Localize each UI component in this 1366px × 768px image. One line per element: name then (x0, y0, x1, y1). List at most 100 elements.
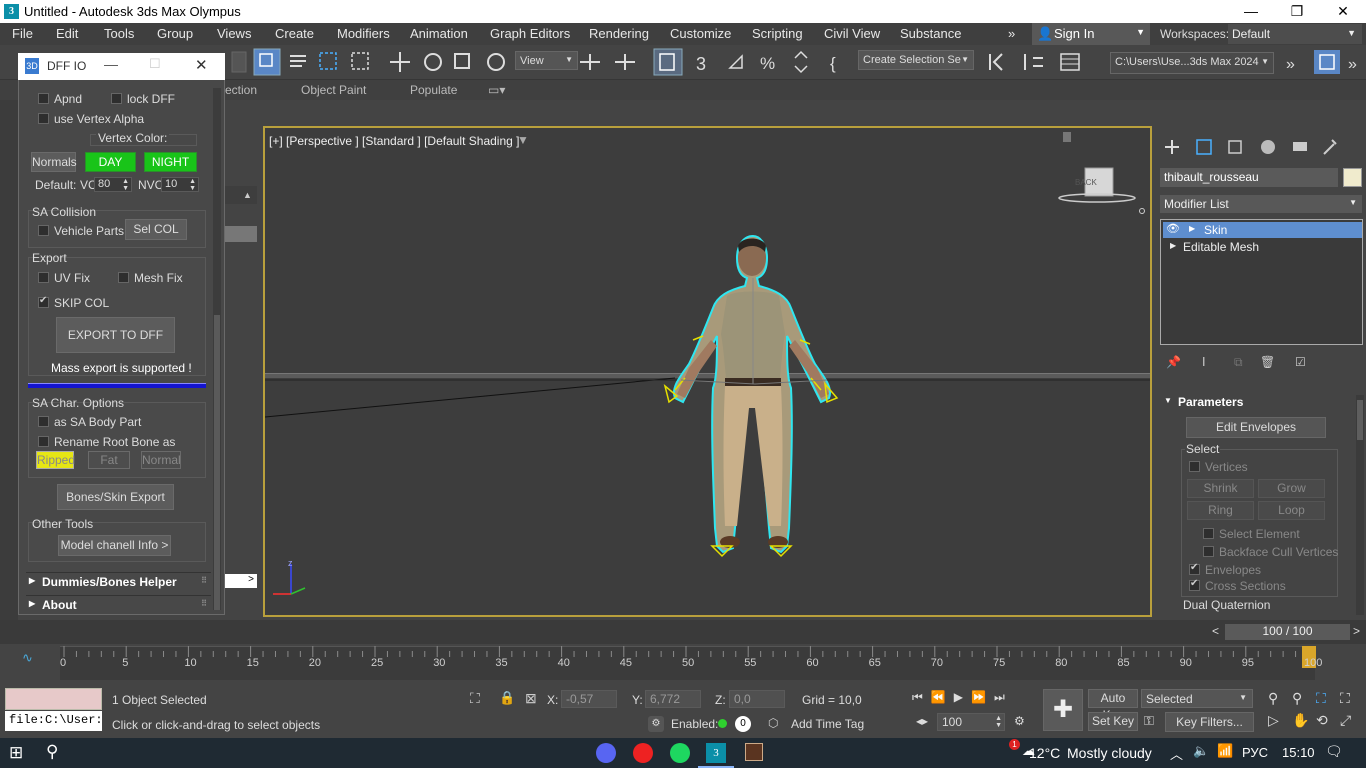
absolute-mode-icon[interactable]: ⊠ (525, 690, 537, 707)
export-to-dff-button[interactable]: EXPORT TO DFF (56, 317, 175, 353)
remove-modifier-icon[interactable]: 🗑 (1260, 355, 1275, 369)
envelopes-checkbox[interactable] (1189, 562, 1200, 575)
tab-hierarchy[interactable] (1224, 136, 1246, 158)
workspace-dropdown[interactable]: Default ▼ (1228, 24, 1362, 44)
ribbon-options-icon[interactable]: ▭▾ (488, 83, 505, 97)
cross-sections-checkbox[interactable] (1189, 578, 1200, 591)
dff-scrollbar-thumb[interactable] (214, 315, 220, 610)
drag-handle-icon[interactable]: ⠿ (201, 576, 207, 585)
tab-modify[interactable] (1193, 136, 1215, 158)
menu-rendering[interactable]: Rendering (589, 26, 649, 41)
ripped-button[interactable]: Ripped (36, 451, 75, 469)
menu-views[interactable]: Views (217, 26, 251, 41)
object-color-swatch[interactable] (1343, 168, 1362, 187)
menu-animation[interactable]: Animation (410, 26, 468, 41)
add-time-tag-label[interactable]: Add Time Tag (791, 717, 864, 731)
temperature[interactable]: 12°C (1029, 745, 1060, 761)
language-indicator[interactable]: РУС (1242, 745, 1268, 760)
action-center-icon[interactable]: 🗨 (1325, 743, 1343, 760)
menu-overflow-icon[interactable]: » (1008, 26, 1015, 41)
field-of-view-icon[interactable]: ▷ (1268, 712, 1279, 729)
network-icon[interactable]: 📶 (1217, 743, 1233, 759)
menu-civil-view[interactable]: Civil View (824, 26, 880, 41)
weather-description[interactable]: Mostly cloudy (1067, 745, 1152, 761)
time-slider[interactable]: 100 / 100 (1225, 624, 1350, 640)
configure-sets-icon[interactable]: ☑ (1295, 355, 1306, 369)
menu-create[interactable]: Create (275, 26, 314, 41)
key-mode-icon[interactable]: ⚿ (1144, 713, 1154, 729)
close-icon[interactable]: ✕ (195, 56, 208, 74)
image-viewer-icon[interactable] (745, 743, 763, 761)
y-coordinate-field[interactable]: 6,772 (645, 690, 701, 708)
go-to-end-icon[interactable]: ⏭ (994, 690, 1013, 704)
scrollbar-thumb[interactable] (1357, 400, 1363, 440)
ring-button[interactable]: Ring (1187, 501, 1254, 520)
zoom-extents-icon[interactable]: ⛶ (1316, 690, 1326, 707)
fat-button[interactable]: Fat (88, 451, 130, 469)
volume-icon[interactable]: 🔈 (1193, 743, 1209, 759)
key-selection-dropdown[interactable]: Selected ▼ (1141, 689, 1253, 708)
orbit-icon[interactable]: ⟲ (1316, 712, 1328, 729)
key-filters-button[interactable]: Key Filters... (1165, 712, 1254, 732)
command-panel-scrollbar[interactable] (1356, 395, 1364, 615)
eye-icon[interactable]: 👁 (1166, 222, 1180, 235)
auto-key-button[interactable]: Auto Key (1088, 689, 1138, 722)
menu-file[interactable]: File (12, 26, 33, 41)
3ds-max-taskbar-icon[interactable]: 3 (706, 743, 726, 763)
use-vertex-alpha-checkbox[interactable] (38, 113, 49, 124)
z-coordinate-field[interactable]: 0,0 (729, 690, 785, 708)
go-to-start-icon[interactable]: ⏮ (912, 690, 931, 704)
drag-handle-icon[interactable]: ⠿ (201, 599, 207, 608)
previous-frame-icon[interactable]: ⏪ (931, 690, 954, 704)
loop-button[interactable]: Loop (1258, 501, 1325, 520)
time-config-icon[interactable]: ◂▸ (916, 714, 928, 728)
skip-col-checkbox[interactable] (38, 295, 49, 308)
windows-start-icon[interactable]: ⊞ (9, 743, 23, 763)
menu-modifiers[interactable]: Modifiers (337, 26, 390, 41)
current-frame-spinner[interactable]: 100 ▲ ▼ (937, 713, 1005, 731)
maximize-viewport-icon[interactable]: ⤢ (1340, 712, 1351, 729)
night-button[interactable]: NIGHT (144, 152, 197, 172)
spinner-arrows-icon[interactable]: ▲ ▼ (122, 178, 129, 192)
object-name-field[interactable]: thibault_rousseau (1160, 168, 1338, 187)
restore-button[interactable]: ❐ (1274, 0, 1320, 23)
set-key-big-button[interactable]: ✚ (1043, 689, 1083, 731)
make-unique-icon[interactable]: ⧉ (1234, 355, 1243, 370)
nvc-spinner[interactable]: 10 ▲ ▼ (161, 177, 199, 192)
chevron-right-icon[interactable]: ▶ (1170, 241, 1176, 250)
dummies-bones-helper-rollout[interactable]: ▶ Dummies/Bones Helper ⠿ (26, 572, 211, 591)
curve-editor-icon[interactable]: ∿ (22, 650, 33, 666)
lock-dff-checkbox[interactable] (111, 93, 122, 104)
time-configuration-icon[interactable]: ⚙ (1014, 714, 1025, 728)
normals-button[interactable]: Normals (31, 152, 77, 172)
grow-button[interactable]: Grow (1258, 479, 1325, 498)
project-path-dropdown[interactable]: C:\Users\Use...3ds Max 2024 ▼ (1110, 52, 1274, 74)
vc-spinner[interactable]: 80 ▲ ▼ (94, 177, 132, 192)
bones-skin-export-button[interactable]: Bones/Skin Export (57, 484, 174, 510)
search-icon[interactable]: ⚲ (46, 742, 58, 762)
pin-stack-icon[interactable]: 📌 (1166, 355, 1181, 369)
reference-coordinate-dropdown[interactable]: View ▼ (515, 51, 578, 70)
zoom-all-icon[interactable]: ⚲ (1292, 690, 1302, 707)
menu-graph-editors[interactable]: Graph Editors (490, 26, 570, 41)
lock-icon[interactable]: 🔒 (499, 690, 515, 706)
stack-item-editable-mesh[interactable]: ▶ Editable Mesh (1163, 239, 1362, 255)
tab-selection[interactable]: ection (225, 83, 257, 97)
tab-object-paint[interactable]: Object Paint (301, 83, 366, 97)
vertices-checkbox[interactable] (1189, 461, 1200, 472)
menu-group[interactable]: Group (157, 26, 193, 41)
uv-fix-checkbox[interactable] (38, 272, 49, 283)
time-prev-icon[interactable]: < (1212, 624, 1219, 638)
mesh-fix-checkbox[interactable] (118, 272, 129, 283)
time-tag-icon[interactable]: ⬡ (768, 716, 778, 730)
zoom-extents-all-icon[interactable]: ⛶ (1340, 690, 1350, 707)
minimize-button[interactable]: — (1228, 0, 1274, 23)
rename-root-bone-checkbox[interactable] (38, 436, 49, 447)
maxscript-listener-output[interactable] (5, 688, 102, 710)
dff-scrollbar-track[interactable] (213, 88, 221, 610)
maxscript-input[interactable]: file:C:\User: (5, 711, 102, 731)
menu-customize[interactable]: Customize (670, 26, 731, 41)
modifier-list-dropdown[interactable]: Modifier List ▼ (1160, 195, 1362, 213)
time-next-icon[interactable]: > (1353, 624, 1360, 638)
chevron-right-icon[interactable]: ▶ (1189, 224, 1195, 233)
